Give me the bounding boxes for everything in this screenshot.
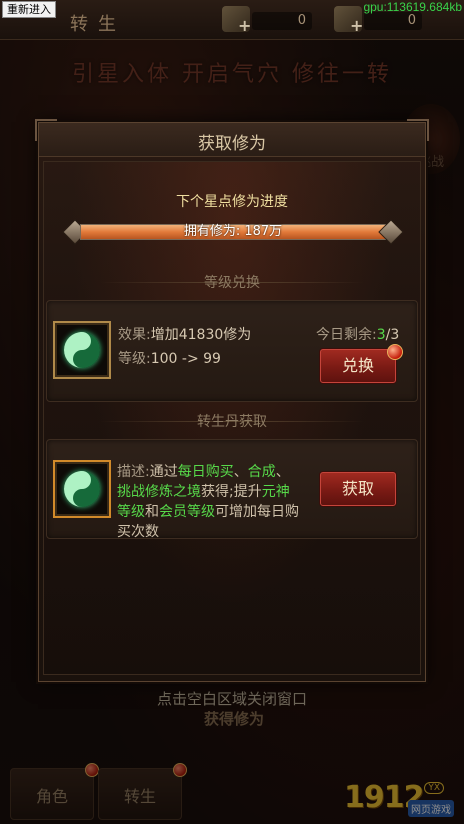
add-ingot-button[interactable]: + bbox=[350, 16, 363, 35]
item-slot[interactable] bbox=[53, 460, 111, 518]
level-line: 等级:100 -> 99 bbox=[118, 348, 221, 368]
item-slot[interactable] bbox=[53, 321, 111, 379]
desc-text: 和 bbox=[145, 504, 159, 520]
remain-count: 3 bbox=[376, 327, 386, 343]
desc-text: 通过 bbox=[149, 464, 178, 480]
section-exchange-title: 等级兑换 bbox=[204, 275, 260, 291]
level-value: 100 -> 99 bbox=[150, 351, 221, 367]
link-synthesize[interactable]: 合成 bbox=[248, 464, 276, 480]
restart-button[interactable]: 重新进入 bbox=[2, 1, 56, 18]
pill-description: 描述:通过每日购买、合成、挑战修炼之境获得;提升元神等级和会员等级可增加每日购买… bbox=[117, 462, 299, 542]
desc-text: 、 bbox=[275, 464, 290, 480]
effect-label: 效果: bbox=[118, 327, 151, 343]
gpu-readout: gpu:113619.684kb bbox=[363, 0, 462, 14]
link-vip-level[interactable]: 会员等级 bbox=[159, 504, 215, 520]
link-daily-buy[interactable]: 每日购买 bbox=[178, 464, 234, 480]
progress-text: 拥有修为: 187万 bbox=[183, 224, 283, 239]
desc-label: 描述: bbox=[117, 464, 150, 480]
remain-total: /3 bbox=[385, 327, 400, 343]
link-challenge-realm[interactable]: 挑战修炼之境 bbox=[117, 484, 201, 500]
rebirth-pill-icon bbox=[64, 471, 100, 507]
section-pill-title: 转生丹获取 bbox=[197, 414, 267, 430]
exchange-button[interactable]: 兑换 bbox=[320, 344, 403, 383]
remain-label: 今日剩余: bbox=[316, 327, 377, 343]
desc-text: 、 bbox=[233, 464, 248, 480]
effect-value: 增加41830修为 bbox=[150, 327, 252, 343]
level-label: 等级: bbox=[118, 351, 151, 367]
add-currency-button[interactable]: + bbox=[238, 16, 251, 35]
obtain-button[interactable]: 获取 bbox=[320, 472, 396, 506]
top-title: 转生 bbox=[70, 14, 126, 35]
dialog-title: 获取修为 bbox=[198, 134, 266, 154]
progress-frame: 拥有修为: 187万 bbox=[80, 224, 386, 240]
ingot-value: 0 bbox=[364, 12, 422, 30]
effect-line: 效果:增加41830修为 bbox=[118, 324, 251, 344]
desc-text: 获得;提升 bbox=[201, 484, 262, 500]
notify-dot-icon bbox=[387, 344, 403, 360]
obtain-button-label: 获取 bbox=[341, 479, 374, 498]
remain-line: 今日剩余:3/3 bbox=[316, 324, 399, 344]
exchange-button-label: 兑换 bbox=[341, 356, 374, 375]
currency-value: 0 bbox=[252, 12, 312, 30]
dialog-header: 获取修为 bbox=[39, 123, 425, 157]
progress-label: 下个星点修为进度 bbox=[176, 194, 288, 210]
yinyang-pill-icon bbox=[64, 332, 100, 368]
progress-bar: 拥有修为: 187万 bbox=[62, 219, 404, 245]
